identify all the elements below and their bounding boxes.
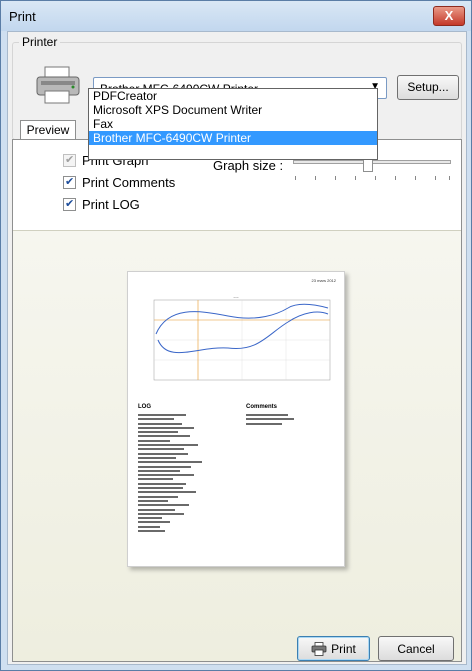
printer-option[interactable]: PDFCreator	[89, 89, 377, 103]
print-button[interactable]: Print	[297, 636, 370, 661]
cancel-button-label: Cancel	[397, 641, 435, 656]
cancel-button[interactable]: Cancel	[378, 636, 454, 661]
printer-icon	[36, 66, 80, 104]
tab-area: Preview Print Graph Print Comments Print…	[12, 118, 462, 662]
preview-page: 23 mars 2012 ~~~ LOG Comments	[127, 271, 345, 567]
button-bar: Print Cancel	[8, 632, 466, 664]
printer-option[interactable]: Microsoft XPS Document Writer	[89, 103, 377, 117]
preview-tab-panel: Print Graph Print Comments Print LOG Gra…	[12, 139, 462, 662]
close-button[interactable]: X	[433, 6, 465, 26]
comments-title: Comments	[246, 404, 278, 410]
print-dialog: Print X Printer Brother MFC-6490CW Print…	[0, 0, 472, 671]
printer-small-icon	[311, 641, 327, 656]
print-log-option[interactable]: Print LOG	[63, 196, 140, 212]
page-date: 23 mars 2012	[311, 278, 336, 283]
print-comments-checkbox[interactable]	[63, 175, 76, 189]
print-comments-label: Print Comments	[82, 174, 176, 190]
print-comments-option[interactable]: Print Comments	[63, 174, 175, 190]
dialog-body: Printer Brother MFC-6490CW Printer ▼ Set…	[7, 31, 467, 665]
preview-graph: ~~~	[153, 295, 331, 381]
title-bar: Print X	[1, 1, 471, 31]
print-log-checkbox[interactable]	[63, 197, 76, 211]
tab-preview[interactable]: Preview	[20, 120, 76, 140]
svg-text:~~~: ~~~	[233, 295, 239, 299]
printer-group-label: Printer	[19, 35, 61, 49]
print-graph-checkbox[interactable]	[63, 153, 76, 167]
log-title: LOG	[138, 404, 151, 410]
setup-button-label: Setup...	[407, 80, 449, 94]
print-log-label: Print LOG	[82, 196, 140, 212]
setup-button[interactable]: Setup...	[397, 75, 459, 100]
printer-dropdown-list: PDFCreator Microsoft XPS Document Writer…	[88, 88, 378, 160]
print-button-label: Print	[331, 641, 356, 656]
printer-option[interactable]: Fax	[89, 117, 377, 131]
printer-option-selected[interactable]: Brother MFC-6490CW Printer	[89, 131, 377, 145]
page-preview-area: 23 mars 2012 ~~~ LOG Comments	[13, 230, 461, 661]
graph-size-label: Graph size :	[213, 158, 284, 173]
comments-text-lines	[246, 414, 306, 427]
window-title: Print	[9, 9, 36, 24]
log-text-lines	[138, 414, 218, 534]
